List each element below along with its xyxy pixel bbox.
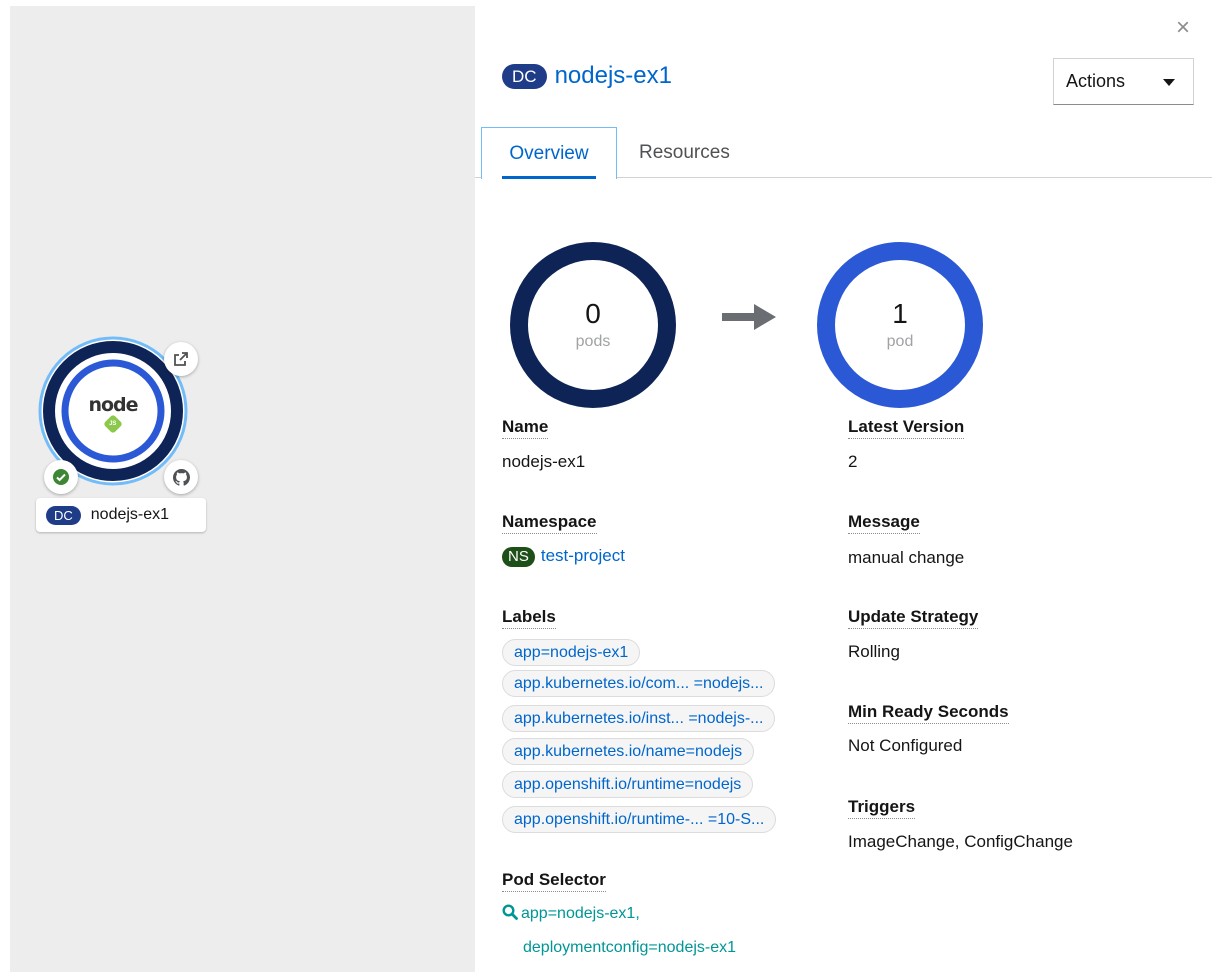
nodejs-logo: node JS — [85, 394, 141, 434]
pod-selector-label: Pod Selector — [502, 870, 606, 892]
dc-badge: DC — [502, 63, 547, 89]
pod-unit: pod — [886, 333, 914, 350]
name-label: Name — [502, 417, 549, 439]
tab-overview[interactable]: Overview — [481, 127, 617, 179]
github-icon[interactable] — [164, 460, 198, 494]
label-chip[interactable]: app.openshift.io/runtime-... =10-S... — [502, 806, 777, 833]
side-panel: × DC nodejs-ex1 Actions Overview Resourc… — [475, 0, 1212, 974]
pod-selector-link[interactable]: app=nodejs-ex1, — [502, 904, 640, 924]
message-label: Message — [848, 512, 920, 534]
node-name: nodejs-ex1 — [90, 506, 170, 523]
js-hexagon-icon: JS — [103, 414, 123, 434]
active-tab-indicator — [502, 176, 596, 179]
update-strategy-value: Rolling — [848, 642, 900, 661]
panel-title: DC nodejs-ex1 — [502, 62, 672, 90]
pod-count: 1 — [892, 298, 908, 329]
triggers-label: Triggers — [848, 797, 916, 819]
pod-unit: pods — [575, 333, 611, 350]
label-chip[interactable]: app.kubernetes.io/inst... =nodejs-... — [502, 705, 776, 732]
topology-canvas[interactable]: node JS DC nodejs-ex1 — [10, 6, 475, 972]
arrow-right-icon — [722, 304, 776, 330]
external-link-icon[interactable] — [164, 342, 198, 376]
target-pods-donut: 1 pod — [817, 242, 983, 408]
node-label[interactable]: DC nodejs-ex1 — [36, 498, 206, 532]
label-chip[interactable]: app.kubernetes.io/name=nodejs — [502, 738, 755, 765]
check-circle-icon[interactable] — [44, 460, 78, 494]
actions-label: Actions — [1066, 71, 1126, 91]
label-chip[interactable]: app.kubernetes.io/com... =nodejs... — [502, 670, 776, 697]
namespace-label: Namespace — [502, 512, 597, 534]
pod-selector-link-line2[interactable]: deploymentconfig=nodejs-ex1 — [523, 938, 736, 958]
latest-version-label: Latest Version — [848, 417, 965, 439]
pod-count: 0 — [585, 298, 601, 329]
message-value: manual change — [848, 548, 965, 567]
search-icon — [502, 904, 518, 920]
namespace-link[interactable]: test-project — [541, 546, 625, 565]
topology-node[interactable]: node JS DC nodejs-ex1 — [36, 336, 206, 536]
caret-down-icon — [1163, 79, 1175, 86]
label-chip[interactable]: app=nodejs-ex1 — [502, 639, 641, 666]
ns-badge: NS — [502, 547, 535, 567]
label-chip[interactable]: app.openshift.io/runtime=nodejs — [502, 771, 754, 798]
name-value: nodejs-ex1 — [502, 452, 586, 471]
min-ready-seconds-value: Not Configured — [848, 736, 963, 755]
update-strategy-label: Update Strategy — [848, 607, 979, 629]
tab-bar: Overview Resources — [475, 127, 1212, 179]
min-ready-seconds-label: Min Ready Seconds — [848, 702, 1009, 724]
tab-resources[interactable]: Resources — [639, 127, 730, 178]
triggers-value: ImageChange, ConfigChange — [848, 832, 1073, 851]
namespace-value: NS test-project — [502, 546, 625, 567]
latest-version-value: 2 — [848, 452, 858, 471]
dc-badge: DC — [46, 505, 81, 525]
actions-dropdown[interactable]: Actions — [1053, 58, 1194, 105]
current-pods-donut: 0 pods — [510, 242, 676, 408]
resource-name-link[interactable]: nodejs-ex1 — [555, 62, 672, 90]
close-icon[interactable]: × — [1176, 16, 1190, 40]
labels-label: Labels — [502, 607, 556, 629]
